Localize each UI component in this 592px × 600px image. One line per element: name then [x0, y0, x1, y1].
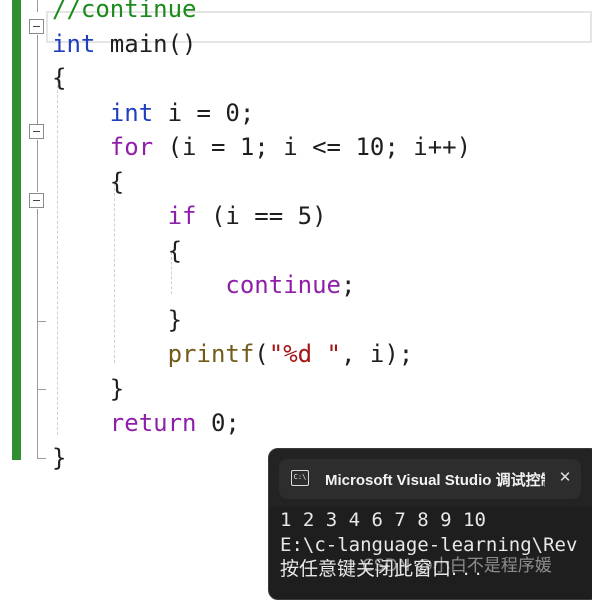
code-line[interactable]: {: [52, 61, 66, 95]
debug-console-window[interactable]: C:\ Microsoft Visual Studio 调试控制台 ✕ 1 2 …: [268, 448, 592, 600]
outline-line: [37, 35, 38, 124]
code-token: int: [109, 98, 154, 127]
code-line[interactable]: return 0;: [52, 406, 240, 440]
code-token: }: [52, 305, 183, 334]
outline-line: [37, 140, 38, 192]
code-token: (i == 5): [196, 202, 327, 230]
watermark: CSDN @小白不是程序媛: [362, 556, 552, 576]
outline-line: [37, 209, 38, 459]
outline-line: [37, 0, 38, 12]
code-token: {: [52, 236, 183, 265]
code-line[interactable]: printf("%d ", i);: [52, 337, 414, 371]
code-token: for: [109, 133, 154, 161]
outline-tick: [37, 458, 46, 459]
change-indicator-bar: [12, 0, 21, 460]
console-tab[interactable]: C:\ Microsoft Visual Studio 调试控制台 ✕: [279, 459, 581, 499]
code-token: return: [109, 409, 197, 437]
code-token: i = 0;: [153, 98, 255, 127]
code-token: //continue: [52, 0, 197, 23]
console-output-line: 1 2 3 4 6 7 8 9 10: [280, 509, 486, 531]
code-line[interactable]: }: [52, 372, 124, 406]
code-token: {: [52, 64, 67, 92]
fold-collapse-icon[interactable]: [29, 19, 44, 34]
fold-collapse-icon[interactable]: [29, 193, 44, 208]
code-token: , i);: [341, 340, 414, 368]
code-token: "%d ": [268, 340, 341, 368]
fold-collapse-icon[interactable]: [29, 124, 44, 139]
code-line[interactable]: {: [52, 165, 124, 199]
outline-tick: [37, 389, 46, 390]
code-line[interactable]: for (i = 1; i <= 10; i++): [52, 130, 471, 164]
code-line[interactable]: int i = 0;: [52, 96, 255, 130]
code-line[interactable]: //continue: [52, 0, 197, 26]
close-icon[interactable]: ✕: [555, 467, 575, 487]
code-token: (i = 1; i <= 10; i++): [153, 133, 472, 161]
console-titlebar[interactable]: C:\ Microsoft Visual Studio 调试控制台 ✕: [269, 449, 592, 507]
code-line[interactable]: continue;: [52, 268, 355, 302]
code-line[interactable]: }: [52, 441, 66, 475]
code-token: ;: [340, 271, 356, 299]
code-token: {: [52, 167, 125, 196]
code-token: if: [167, 202, 197, 230]
code-token: main(): [95, 29, 197, 58]
console-title: Microsoft Visual Studio 调试控制台: [325, 472, 545, 489]
code-token: continue: [225, 271, 341, 299]
code-line[interactable]: int main(): [52, 27, 197, 61]
code-line[interactable]: if (i == 5): [52, 199, 327, 233]
code-token: (: [254, 340, 269, 368]
code-token: int: [52, 29, 96, 58]
code-token: }: [52, 443, 67, 472]
code-line[interactable]: {: [52, 234, 182, 268]
outline-tick: [37, 321, 46, 322]
code-token: 0;: [196, 409, 240, 437]
code-line[interactable]: }: [52, 303, 182, 337]
console-app-icon: C:\: [291, 470, 309, 486]
code-token: printf: [167, 340, 255, 368]
code-token: }: [52, 374, 125, 403]
